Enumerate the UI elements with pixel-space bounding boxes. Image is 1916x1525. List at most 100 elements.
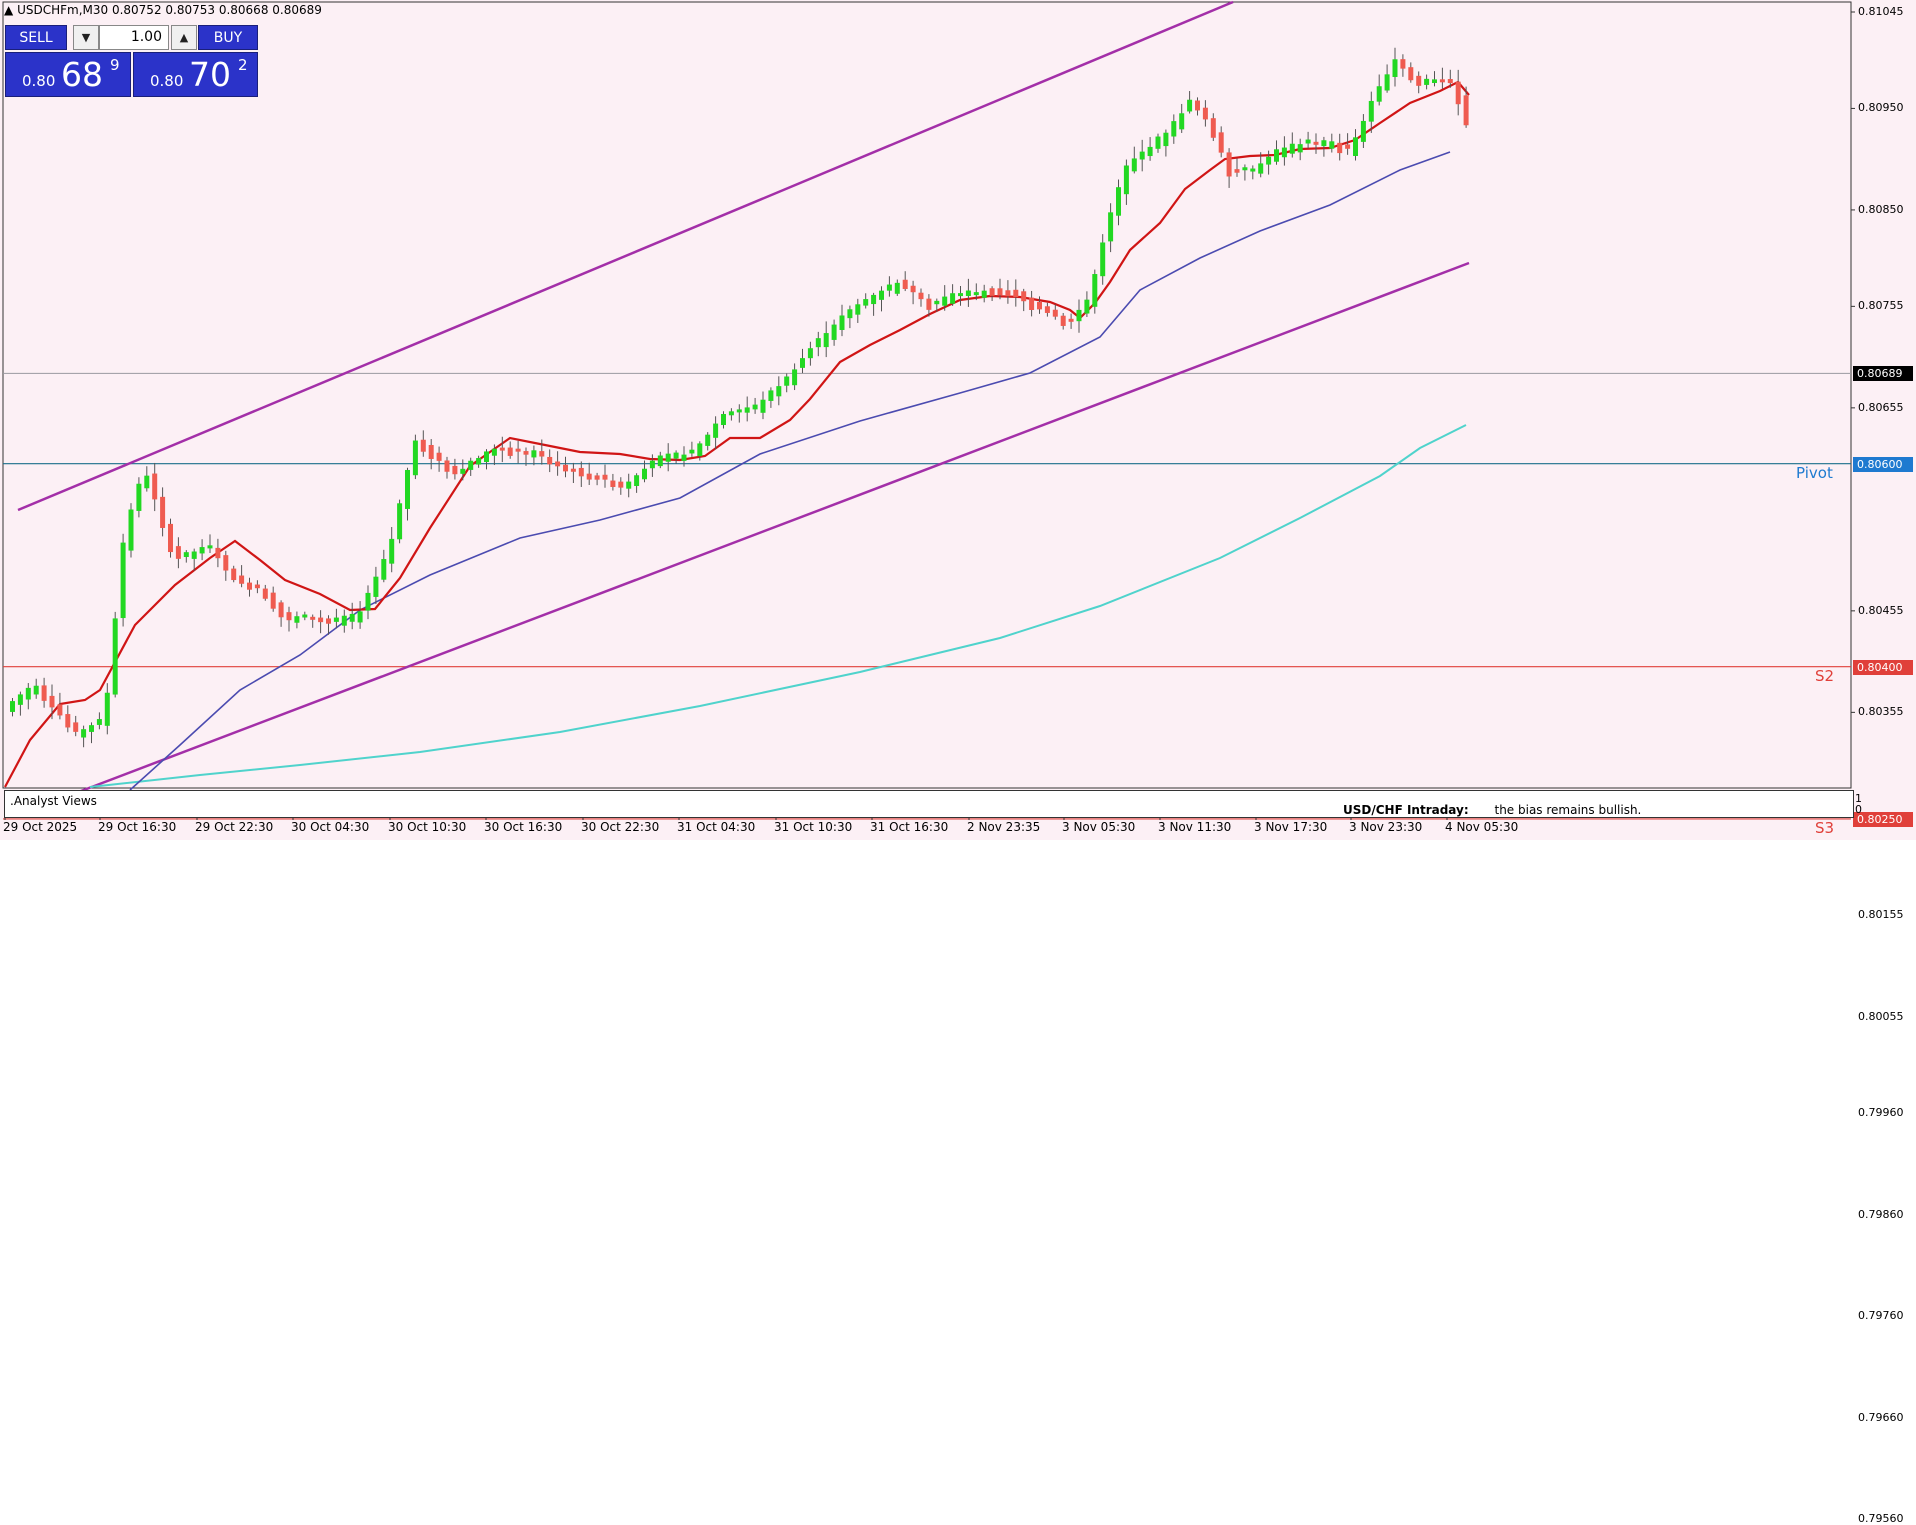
time-label: 30 Oct 22:30 xyxy=(581,820,660,834)
one-click-trading-panel: SELL ▼ 1.00 ▲ BUY 0.80 68 9 0.80 70 2 xyxy=(5,25,258,97)
candle-bearish xyxy=(444,460,450,472)
candle-bearish xyxy=(428,444,434,459)
candle-bullish xyxy=(839,315,845,330)
candle-bullish xyxy=(871,294,877,305)
level-name-s3: S3 xyxy=(1815,818,1835,837)
sell-price-big: 68 xyxy=(61,55,103,94)
price-label: 0.81045 xyxy=(1858,5,1904,18)
lots-input[interactable]: 1.00 xyxy=(99,25,169,50)
candle-bullish xyxy=(792,369,798,386)
candle-bullish xyxy=(642,468,647,480)
candle-bullish xyxy=(96,719,102,725)
sell-button[interactable]: SELL xyxy=(5,25,67,50)
candle-bullish xyxy=(128,509,134,551)
level-tag-pivot: 0.80600 xyxy=(1853,456,1913,472)
candle-bearish xyxy=(1195,100,1200,111)
candle-bearish xyxy=(997,288,1003,296)
candle-bullish xyxy=(807,348,813,359)
candle-bearish xyxy=(1044,306,1050,313)
candle-bearish xyxy=(1013,289,1019,298)
buy-price-button[interactable]: 0.80 70 2 xyxy=(133,52,258,97)
candle-bearish xyxy=(1447,79,1453,84)
candle-bullish xyxy=(199,547,205,554)
candle-bullish xyxy=(1368,100,1374,122)
candle-bullish xyxy=(1171,121,1177,137)
candle-bullish xyxy=(1384,74,1390,91)
analyst-views-panel: .Analyst Views USD/CHF Intraday: the bia… xyxy=(4,790,1854,818)
candle-bearish xyxy=(578,467,584,477)
candle-bullish xyxy=(626,481,632,489)
price-label: 0.80355 xyxy=(1858,705,1904,719)
candle-bullish xyxy=(894,282,900,294)
candle-bullish xyxy=(381,559,387,580)
lots-decrease-button[interactable]: ▼ xyxy=(73,25,99,50)
lots-increase-button[interactable]: ▲ xyxy=(171,25,197,50)
candle-bullish xyxy=(886,284,892,291)
candle-bearish xyxy=(247,582,252,590)
candle-bearish xyxy=(1029,297,1035,310)
time-label: 29 Oct 16:30 xyxy=(98,820,177,834)
candle-bullish xyxy=(776,386,782,397)
candle-bearish xyxy=(215,547,221,559)
symbol-info-text: USDCHFm,M30 0.80752 0.80753 0.80668 0.80… xyxy=(17,3,322,17)
candle-bullish xyxy=(1100,242,1106,277)
candle-bearish xyxy=(239,575,245,584)
candle-bearish xyxy=(1313,141,1319,145)
collapse-arrow-icon[interactable]: ▲ xyxy=(4,3,13,17)
chevron-up-icon: ▲ xyxy=(179,31,189,44)
candle-bullish xyxy=(728,411,734,416)
time-label: 30 Oct 10:30 xyxy=(388,820,467,834)
candle-bullish xyxy=(1281,147,1287,158)
candle-bullish xyxy=(760,399,766,413)
sell-price-button[interactable]: 0.80 68 9 xyxy=(5,52,131,97)
candle-bullish xyxy=(1266,156,1272,165)
chevron-down-icon: ▼ xyxy=(81,31,91,44)
candle-bullish xyxy=(942,296,948,306)
candle-bullish xyxy=(104,692,110,726)
candle-bearish xyxy=(254,584,260,589)
candle-bullish xyxy=(673,452,679,459)
candle-bearish xyxy=(523,451,529,455)
candle-bearish xyxy=(175,546,181,559)
candle-bearish xyxy=(1400,59,1406,69)
candle-bullish xyxy=(768,390,774,401)
price-label: 0.79760 xyxy=(1858,1309,1904,1323)
candle-bullish xyxy=(847,309,853,319)
price-chart[interactable] xyxy=(0,0,1916,840)
level-name-s2: S2 xyxy=(1815,666,1835,685)
candle-bearish xyxy=(1439,79,1445,83)
candle-bearish xyxy=(1218,132,1224,153)
candle-bearish xyxy=(420,439,426,452)
candle-bullish xyxy=(89,725,94,732)
candle-bearish xyxy=(57,704,63,716)
candle-bullish xyxy=(183,552,189,558)
candle-bearish xyxy=(1060,315,1066,326)
analyst-note-title: USD/CHF Intraday: xyxy=(1343,803,1469,817)
candle-bullish xyxy=(468,460,474,470)
candle-bearish xyxy=(563,464,568,472)
panel-scale-bottom: 0 xyxy=(1855,803,1862,816)
buy-button[interactable]: BUY xyxy=(198,25,258,50)
candle-bearish xyxy=(1005,290,1011,297)
analyst-note: USD/CHF Intraday: the bias remains bulli… xyxy=(1343,803,1641,817)
price-label: 0.80950 xyxy=(1858,101,1904,115)
candle-bearish xyxy=(910,285,916,293)
candle-bullish xyxy=(823,333,829,348)
candle-bearish xyxy=(278,602,284,618)
time-label: 3 Nov 17:30 xyxy=(1254,820,1328,834)
candle-bullish xyxy=(934,300,940,305)
ma-mid-line xyxy=(129,151,1451,791)
analyst-note-text: the bias remains bullish. xyxy=(1494,803,1642,817)
candle-bullish xyxy=(1360,120,1366,142)
candle-bullish xyxy=(341,615,347,626)
candle-bullish xyxy=(1084,299,1090,314)
candle-bearish xyxy=(1408,67,1414,81)
candle-bearish xyxy=(1210,118,1216,138)
candle-bullish xyxy=(1076,309,1082,322)
candle-bullish xyxy=(863,299,869,306)
ma-fast-line xyxy=(4,80,1470,788)
candle-bullish xyxy=(1432,79,1437,83)
candle-bullish xyxy=(1305,139,1311,144)
candle-bullish xyxy=(1258,163,1264,174)
candle-bearish xyxy=(507,447,513,456)
